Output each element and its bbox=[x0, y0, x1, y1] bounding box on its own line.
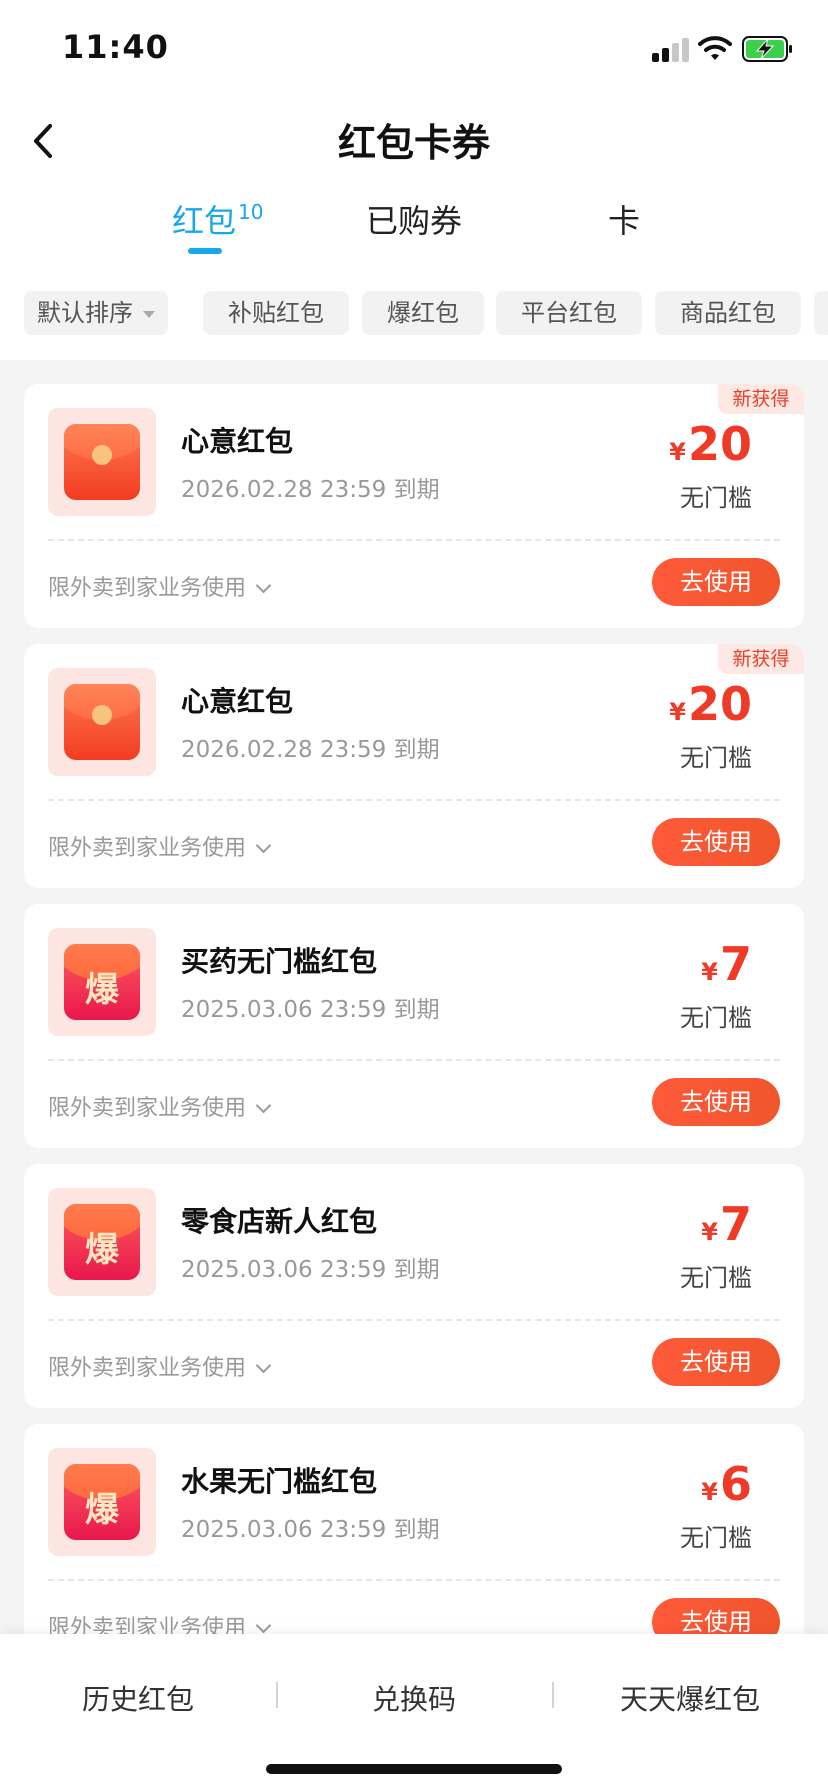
amount-value: 7 bbox=[719, 937, 752, 991]
use-coupon-button[interactable]: 去使用 bbox=[652, 818, 780, 866]
tab-red-packets[interactable]: 红包 bbox=[172, 196, 236, 242]
new-badge: 新获得 bbox=[718, 384, 804, 414]
coupon-card: 新获得 心意红包 2026.02.28 23:59 到期 ¥20 无门槛 限外卖… bbox=[24, 384, 804, 628]
usage-limit-text: 限外卖到家业务使用 bbox=[48, 1356, 247, 1381]
coupon-card: 新获得 心意红包 2026.02.28 23:59 到期 ¥20 无门槛 限外卖… bbox=[24, 644, 804, 888]
use-coupon-button[interactable]: 去使用 bbox=[652, 1078, 780, 1126]
chevron-down-icon bbox=[255, 837, 272, 854]
bao-glyph: 爆 bbox=[85, 1490, 119, 1530]
chevron-down-icon bbox=[255, 1097, 272, 1114]
active-tab-indicator bbox=[188, 248, 222, 254]
coupon-expiry: 2026.02.28 23:59 到期 bbox=[181, 477, 440, 503]
bao-envelope-icon: 爆 bbox=[48, 928, 156, 1036]
dashed-divider bbox=[48, 799, 780, 801]
coupon-threshold: 无门槛 bbox=[680, 744, 752, 772]
coupon-threshold: 无门槛 bbox=[680, 1524, 752, 1552]
caret-down-icon bbox=[143, 310, 155, 318]
history-red-packets-link[interactable]: 历史红包 bbox=[0, 1678, 276, 1718]
coupon-expiry: 2026.02.28 23:59 到期 bbox=[181, 737, 440, 763]
coupon-threshold: 无门槛 bbox=[680, 1004, 752, 1032]
status-time: 11:40 bbox=[62, 28, 169, 66]
red-envelope-icon bbox=[48, 668, 156, 776]
currency-symbol: ¥ bbox=[701, 1478, 718, 1506]
coupon-title: 买药无门槛红包 bbox=[181, 945, 378, 978]
tab-cards[interactable]: 卡 bbox=[608, 196, 640, 242]
filter-subsidy[interactable]: 补贴红包 bbox=[203, 291, 349, 335]
coupon-card: 爆 水果无门槛红包 2025.03.06 23:59 到期 ¥6 无门槛 限外卖… bbox=[24, 1424, 804, 1668]
usage-limit-toggle[interactable]: 限外卖到家业务使用 bbox=[48, 1350, 272, 1382]
battery-charging-icon bbox=[742, 36, 792, 62]
coupon-threshold: 无门槛 bbox=[680, 1264, 752, 1292]
tab-purchased-coupons[interactable]: 已购券 bbox=[366, 196, 462, 242]
filter-label: 默认排序 bbox=[37, 299, 133, 327]
coupon-expiry: 2025.03.06 23:59 到期 bbox=[181, 1517, 440, 1543]
amount-value: 7 bbox=[719, 1197, 752, 1251]
currency-symbol: ¥ bbox=[669, 438, 686, 466]
cellular-signal-icon bbox=[652, 36, 692, 62]
coupon-title: 心意红包 bbox=[181, 685, 294, 718]
coupon-title: 零食店新人红包 bbox=[181, 1205, 378, 1238]
use-coupon-button[interactable]: 去使用 bbox=[652, 1338, 780, 1386]
coupon-card: 爆 买药无门槛红包 2025.03.06 23:59 到期 ¥7 无门槛 限外卖… bbox=[24, 904, 804, 1148]
coupon-expiry: 2025.03.06 23:59 到期 bbox=[181, 997, 440, 1023]
dashed-divider bbox=[48, 1579, 780, 1581]
usage-limit-toggle[interactable]: 限外卖到家业务使用 bbox=[48, 570, 272, 602]
dashed-divider bbox=[48, 1059, 780, 1061]
wifi-icon bbox=[698, 36, 732, 60]
usage-limit-text: 限外卖到家业务使用 bbox=[48, 1096, 247, 1121]
coupon-title: 水果无门槛红包 bbox=[181, 1465, 378, 1498]
red-envelope-icon bbox=[48, 408, 156, 516]
usage-limit-toggle[interactable]: 限外卖到家业务使用 bbox=[48, 830, 272, 862]
bao-envelope-icon: 爆 bbox=[48, 1448, 156, 1556]
chevron-down-icon bbox=[255, 1617, 272, 1634]
usage-limit-text: 限外卖到家业务使用 bbox=[48, 576, 247, 601]
dashed-divider bbox=[48, 539, 780, 541]
chevron-down-icon bbox=[255, 1357, 272, 1374]
coupon-amount: ¥20 bbox=[669, 418, 752, 478]
coupon-threshold: 无门槛 bbox=[680, 484, 752, 512]
filter-more[interactable] bbox=[814, 291, 828, 335]
amount-value: 20 bbox=[687, 677, 752, 731]
new-badge: 新获得 bbox=[718, 644, 804, 674]
amount-value: 6 bbox=[719, 1457, 752, 1511]
filter-bao[interactable]: 爆红包 bbox=[362, 291, 484, 335]
coupon-amount: ¥7 bbox=[701, 938, 752, 998]
currency-symbol: ¥ bbox=[701, 958, 718, 986]
usage-limit-toggle[interactable]: 限外卖到家业务使用 bbox=[48, 1090, 272, 1122]
home-indicator bbox=[266, 1764, 562, 1774]
coupon-expiry: 2025.03.06 23:59 到期 bbox=[181, 1257, 440, 1283]
coupon-amount: ¥6 bbox=[701, 1458, 752, 1518]
currency-symbol: ¥ bbox=[701, 1218, 718, 1246]
filter-sort-default[interactable]: 默认排序 bbox=[24, 291, 168, 335]
coupon-amount: ¥20 bbox=[669, 678, 752, 738]
currency-symbol: ¥ bbox=[669, 698, 686, 726]
coupon-title: 心意红包 bbox=[181, 425, 294, 458]
coupon-amount: ¥7 bbox=[701, 1198, 752, 1258]
usage-limit-text: 限外卖到家业务使用 bbox=[48, 836, 247, 861]
coupon-card: 爆 零食店新人红包 2025.03.06 23:59 到期 ¥7 无门槛 限外卖… bbox=[24, 1164, 804, 1408]
use-coupon-button[interactable]: 去使用 bbox=[652, 558, 780, 606]
tab-badge-count: 10 bbox=[238, 200, 264, 224]
filter-product[interactable]: 商品红包 bbox=[655, 291, 801, 335]
redeem-code-link[interactable]: 兑换码 bbox=[276, 1678, 552, 1718]
filter-platform[interactable]: 平台红包 bbox=[496, 291, 642, 335]
bao-glyph: 爆 bbox=[85, 1230, 119, 1270]
chevron-down-icon bbox=[255, 577, 272, 594]
bao-envelope-icon: 爆 bbox=[48, 1188, 156, 1296]
page-title: 红包卡券 bbox=[337, 121, 490, 165]
daily-bao-red-packet-link[interactable]: 天天爆红包 bbox=[552, 1678, 828, 1718]
dashed-divider bbox=[48, 1319, 780, 1321]
amount-value: 20 bbox=[687, 417, 752, 471]
bao-glyph: 爆 bbox=[85, 970, 119, 1010]
